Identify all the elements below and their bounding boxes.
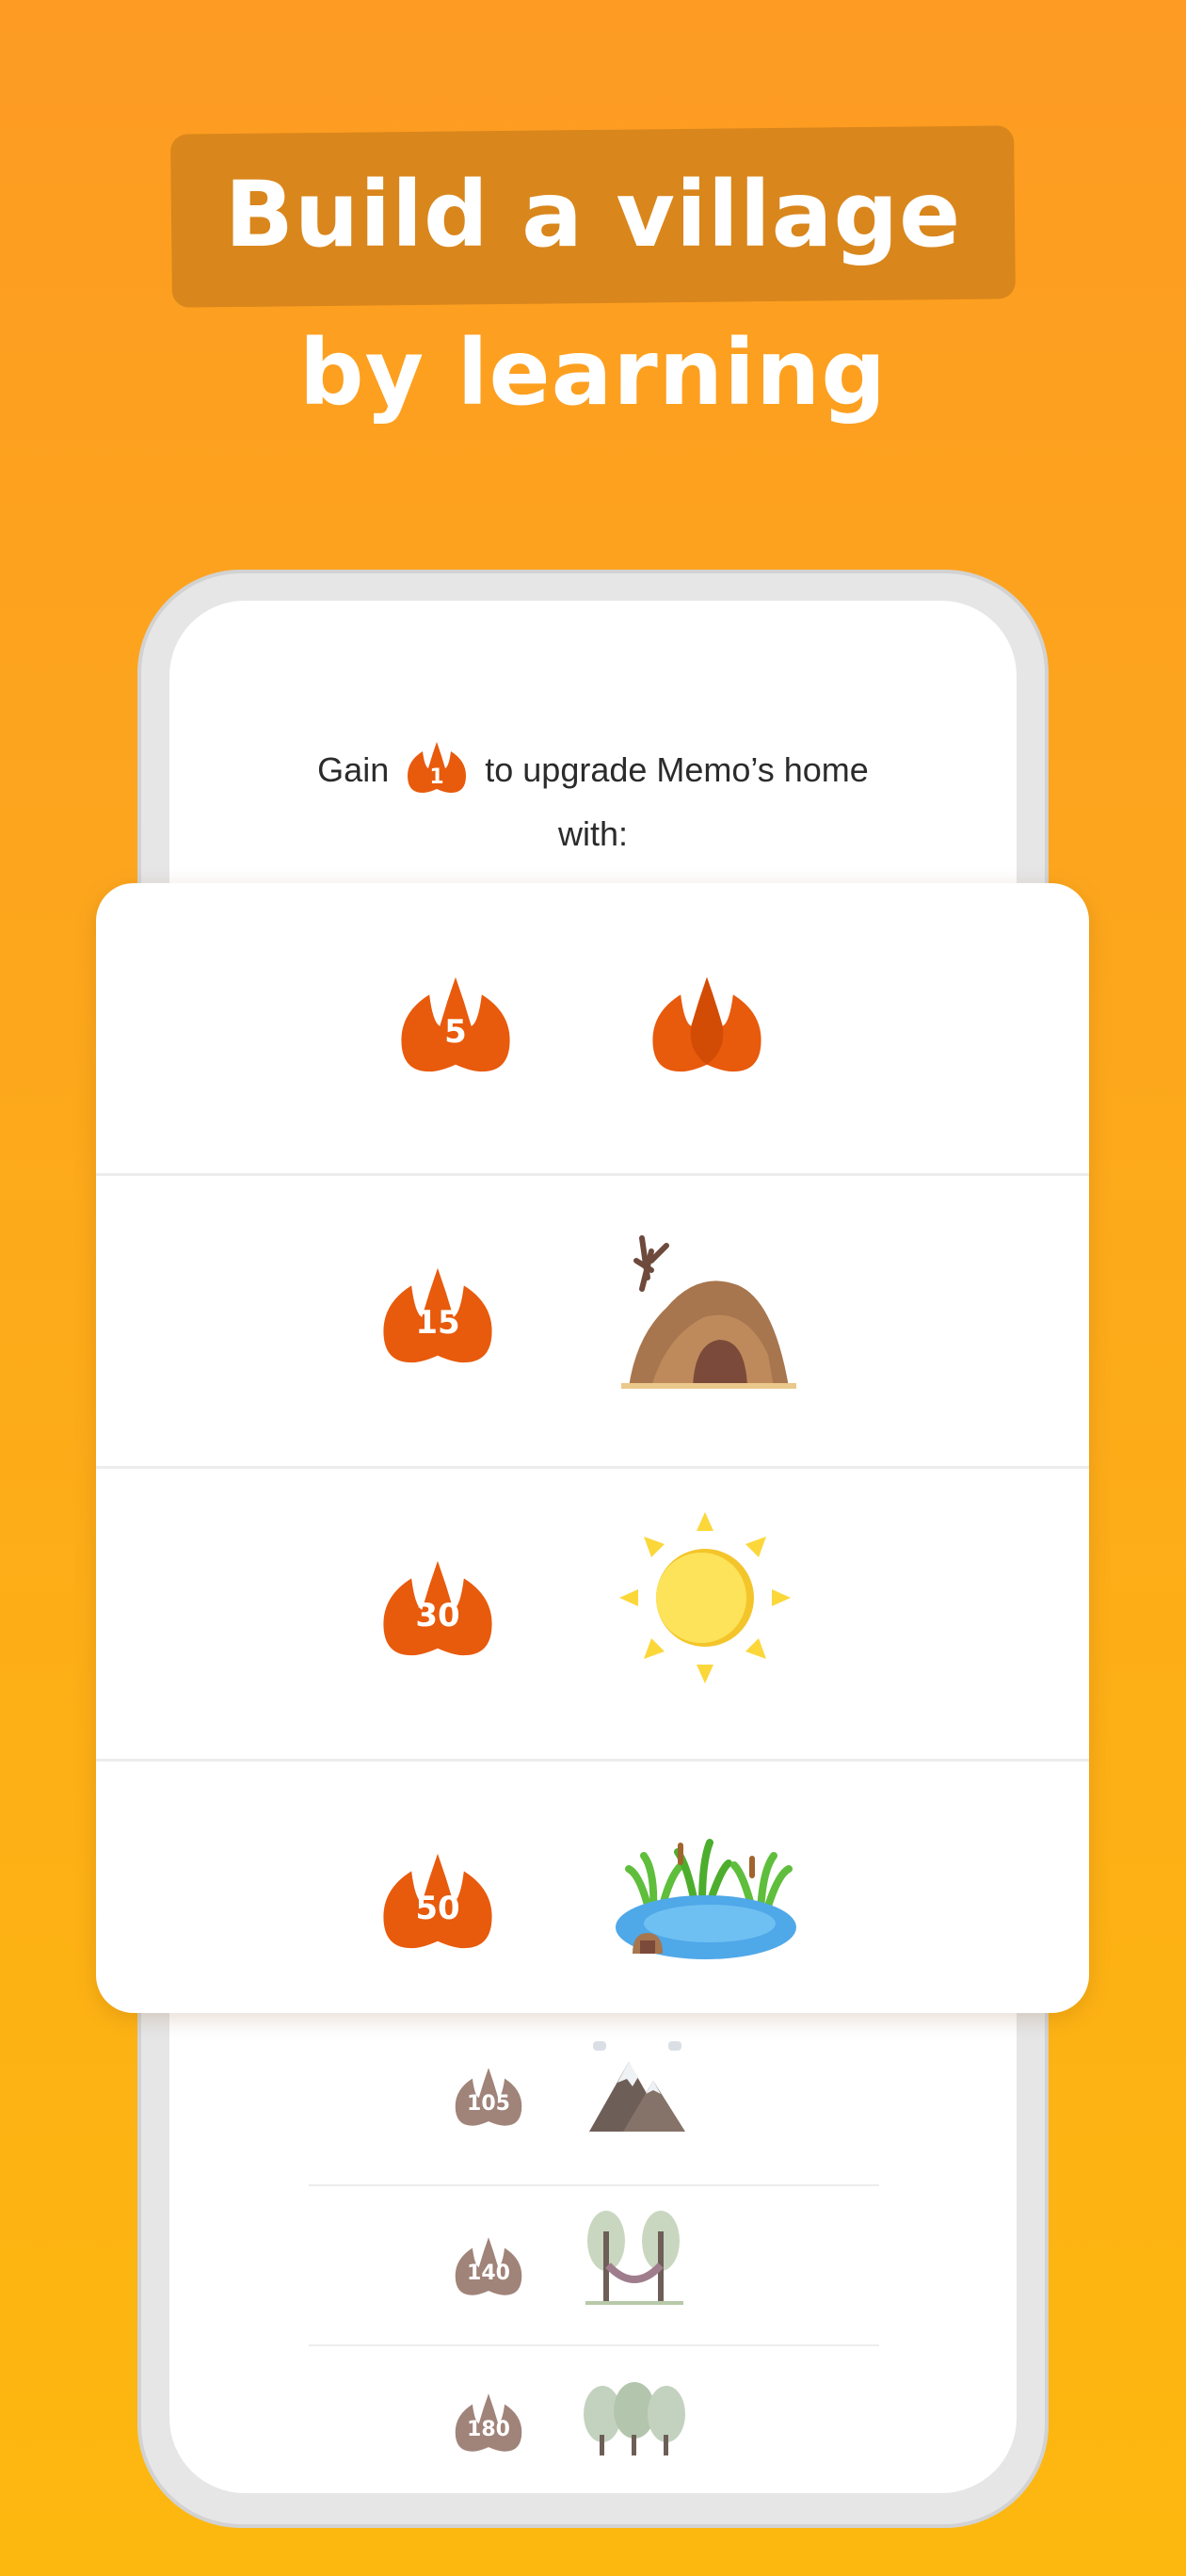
drop-icon: 1 <box>404 740 470 809</box>
drop-icon: 5 <box>394 972 517 1077</box>
hammock-icon <box>582 2203 687 2313</box>
cost-label: 15 <box>415 1304 460 1342</box>
gain-drop-value: 1 <box>430 765 444 789</box>
list-item: 140 <box>309 2184 879 2346</box>
drop-icon: 15 <box>377 1263 499 1368</box>
gain-description: Gain 1 to upgrade Memo’s home with: <box>169 740 1017 860</box>
reward-row: 5 <box>96 883 1089 1176</box>
pond-icon <box>612 1837 800 1968</box>
reward-row: 15 <box>96 1176 1089 1469</box>
drop-icon: 140 <box>448 2235 529 2297</box>
cost-label: 105 <box>467 2092 510 2116</box>
drop-icon: 30 <box>377 1555 499 1661</box>
gain-line-2: with: <box>557 814 629 853</box>
cost-label: 140 <box>467 2262 510 2285</box>
headline-line-1: Build a village <box>224 162 962 267</box>
headline-line-2: by learning <box>298 320 888 426</box>
forest-icon <box>582 2382 687 2462</box>
cost-label: 5 <box>444 1013 467 1051</box>
cave-icon <box>614 1232 802 1397</box>
list-item: 180 <box>309 2344 879 2493</box>
drops-icon <box>646 972 768 1082</box>
cost-label: 30 <box>415 1597 460 1634</box>
reward-row: 50 <box>96 1762 1089 2054</box>
mountains-icon <box>585 2041 689 2140</box>
gain-suffix: to upgrade Memo’s home <box>485 750 869 789</box>
drop-icon: 50 <box>377 1848 499 1954</box>
gain-prefix: Gain <box>317 750 390 789</box>
sun-icon <box>616 1508 794 1692</box>
cost-label: 50 <box>415 1890 460 1927</box>
drop-icon: 180 <box>448 2391 529 2454</box>
cost-label: 180 <box>467 2418 510 2441</box>
reward-row: 30 <box>96 1469 1089 1762</box>
drop-icon: 105 <box>448 2066 529 2128</box>
rewards-card: 5 15 30 50 <box>96 883 1089 2013</box>
